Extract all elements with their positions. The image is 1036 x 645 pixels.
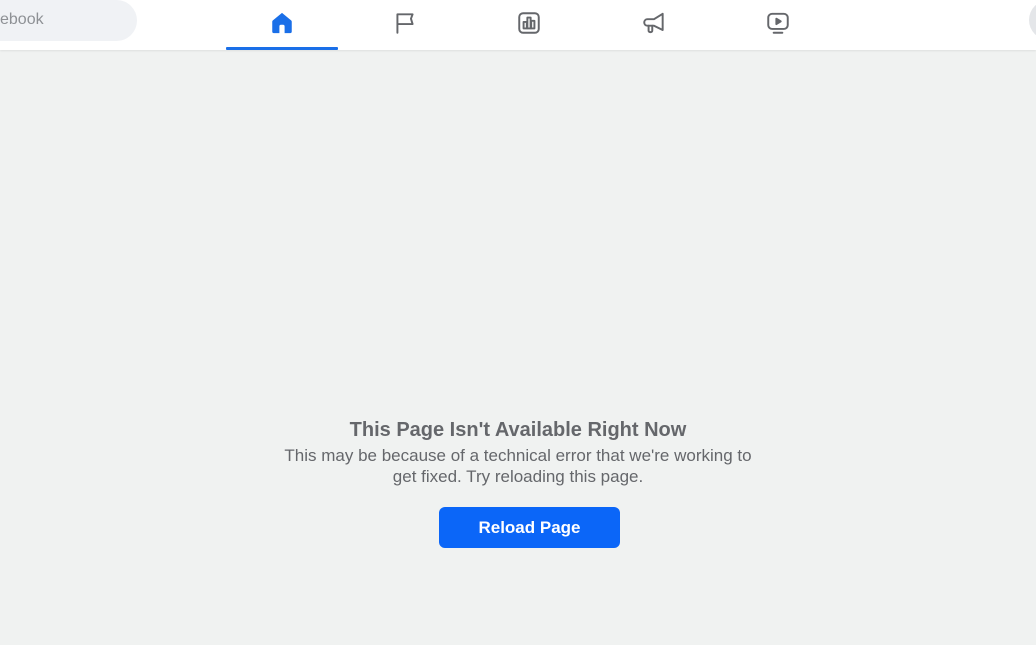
top-navigation-bar: ebook	[0, 0, 1036, 50]
search-input-text[interactable]: ebook	[0, 11, 44, 29]
bar-chart-icon	[516, 10, 542, 41]
account-avatar[interactable]	[1029, 0, 1036, 40]
video-icon	[765, 10, 791, 41]
flag-icon	[392, 10, 418, 41]
megaphone-icon	[641, 10, 667, 41]
tab-home[interactable]	[226, 0, 338, 50]
error-panel: This Page Isn't Available Right Now This…	[0, 417, 1036, 487]
reload-page-button[interactable]: Reload Page	[439, 507, 620, 548]
search-box[interactable]: ebook	[0, 0, 137, 41]
error-message: This may be because of a technical error…	[284, 446, 752, 486]
home-icon	[269, 10, 295, 41]
tab-ads[interactable]	[598, 0, 710, 50]
error-title: This Page Isn't Available Right Now	[349, 419, 687, 441]
tab-watch[interactable]	[722, 0, 834, 50]
tab-pages[interactable]	[349, 0, 461, 50]
tab-insights[interactable]	[473, 0, 585, 50]
